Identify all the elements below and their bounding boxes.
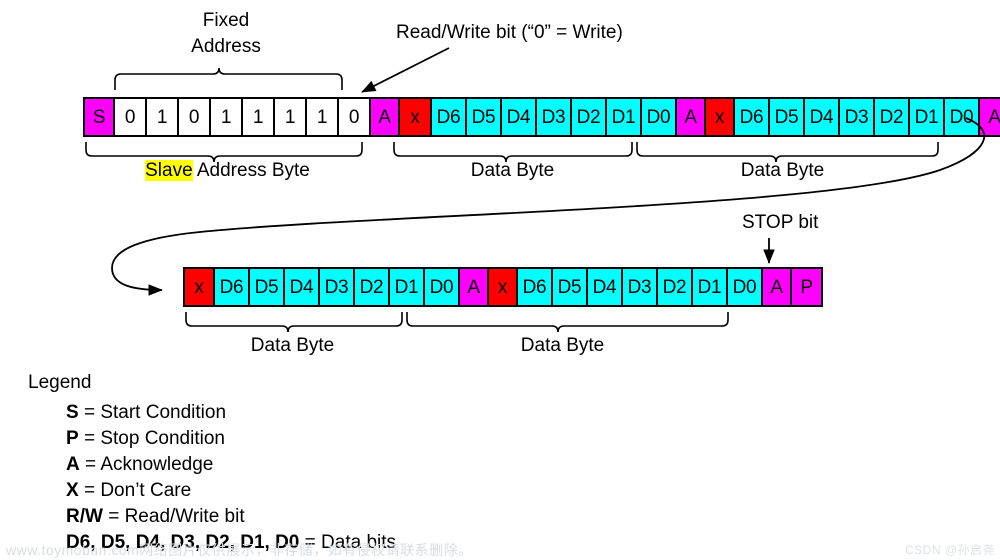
read-write-arrow — [361, 47, 450, 93]
row2-cell-14-d2: D2 — [658, 269, 693, 305]
row1-cell-4-1: 1 — [211, 99, 243, 135]
i2c-frame-row-1: S 0 1 0 1 1 1 1 0 Ax D6 D5 D4 D3 D2 D1 D0 Ax D6 D5 D4 D3 D2 D1 D… — [83, 97, 1000, 137]
row2-cell-16-d0: D0 — [728, 269, 763, 305]
row2-cell-4-d3: D3 — [320, 269, 355, 305]
legend-entry-2-symbol: A — [66, 454, 80, 475]
fixed-address-label-line2: Address — [191, 36, 261, 57]
row2-cell-3-d4: D4 — [285, 269, 320, 305]
row1-cell-19-x: x — [706, 99, 735, 135]
row1-brace-data-byte-1 — [393, 142, 633, 163]
i2c-frame-row-2: x D6 D5 D4 D3 D2 D1 D0 Ax D6 D5 D4 D3 D2 D1 D0 A P — [183, 267, 823, 307]
row1-cell-6-1: 1 — [275, 99, 307, 135]
legend-entry-2: A = Acknowledge — [66, 454, 396, 476]
row1-cell-22-d4: D4 — [805, 99, 840, 135]
row1-cell-27-a: A — [980, 99, 1000, 135]
stop-bit-label: STOP bit — [742, 212, 819, 233]
row2-cell-10-d6: D6 — [518, 269, 553, 305]
legend-entry-0: S = Start Condition — [66, 402, 396, 424]
row1-cell-14-d3: D3 — [537, 99, 572, 135]
row2-cell-7-d0: D0 — [425, 269, 460, 305]
row1-brace-label-slave-address-byte: Slave Address Byte — [115, 160, 340, 182]
row1-cell-9-a: A — [371, 99, 400, 135]
row1-cell-13-d4: D4 — [502, 99, 537, 135]
row2-cell-0-x: x — [185, 269, 215, 305]
slave-address-byte-text: Address Byte — [192, 160, 310, 181]
row2-cell-9-x: x — [489, 269, 518, 305]
row2-cell-2-d5: D5 — [250, 269, 285, 305]
row1-cell-15-d2: D2 — [572, 99, 607, 135]
fixed-address-label-line1: Fixed — [202, 10, 250, 31]
row1-cell-20-d6: D6 — [735, 99, 770, 135]
row1-cell-11-d6: D6 — [432, 99, 467, 135]
watermark-bottom-right: CSDN @孙启尧 — [905, 543, 996, 557]
row1-cell-2-1: 1 — [147, 99, 179, 135]
row1-brace-data-byte-2 — [636, 142, 939, 163]
legend-entry-4-definition: = Read/Write bit — [102, 506, 245, 527]
legend-entry-0-definition: = Start Condition — [78, 402, 227, 423]
row1-brace-slave-address — [85, 142, 363, 163]
row1-cell-1-0: 0 — [115, 99, 147, 135]
row1-cell-7-1: 1 — [307, 99, 339, 135]
slave-highlight: Slave — [145, 160, 193, 181]
row1-cell-12-d5: D5 — [467, 99, 502, 135]
row2-cell-6-d1: D1 — [390, 269, 425, 305]
legend-entry-1-symbol: P — [66, 428, 79, 449]
row1-brace-label-data-byte-2: Data Byte — [740, 160, 825, 181]
row2-cell-15-d1: D1 — [693, 269, 728, 305]
row1-cell-23-d3: D3 — [840, 99, 875, 135]
row2-brace-data-byte-2 — [406, 312, 729, 333]
row2-cell-8-a: A — [460, 269, 489, 305]
legend-title: Legend — [28, 372, 92, 393]
row1-cell-26-d0: D0 — [945, 99, 980, 135]
row2-brace-data-byte-1 — [185, 312, 403, 333]
row1-cell-16-d1: D1 — [607, 99, 642, 135]
legend-entry-3-definition: = Don’t Care — [78, 480, 192, 501]
row1-cell-0-s: S — [85, 99, 115, 135]
row1-cell-21-d5: D5 — [770, 99, 805, 135]
row2-cell-5-d2: D2 — [355, 269, 390, 305]
diagram-canvas: Fixed Address Read/Write bit (“0” = Writ… — [0, 0, 1000, 560]
row2-cell-18-p: P — [792, 269, 821, 305]
row2-cell-12-d4: D4 — [588, 269, 623, 305]
legend-rows: S = Start Condition P = Stop Condition A =… — [66, 402, 396, 554]
legend-entry-4-symbol: R/W — [66, 506, 103, 527]
legend-entry-2-definition: = Acknowledge — [79, 454, 214, 475]
legend-entry-1-definition: = Stop Condition — [78, 428, 225, 449]
row2-brace-label-data-byte-1: Data Byte — [250, 335, 335, 356]
legend-entry-1: P = Stop Condition — [66, 428, 396, 450]
read-write-bit-label: Read/Write bit (“0” = Write) — [396, 22, 623, 43]
row1-cell-3-0: 0 — [179, 99, 211, 135]
row2-cell-11-d5: D5 — [553, 269, 588, 305]
row2-brace-label-data-byte-2: Data Byte — [520, 335, 605, 356]
row1-cell-17-d0: D0 — [642, 99, 677, 135]
wrap-flow-arrow — [111, 117, 985, 296]
legend: Legend S = Start Condition P = Stop Condi… — [28, 372, 396, 558]
watermark-bottom-left: www.toymoban.com网络图片仅供展示，非存储，如有侵权请联系删除。 — [6, 542, 473, 558]
legend-entry-3: X = Don’t Care — [66, 480, 396, 502]
row1-cell-8-0: 0 — [339, 99, 371, 135]
row2-cell-13-d3: D3 — [623, 269, 658, 305]
legend-entry-0-symbol: S — [66, 402, 79, 423]
row1-brace-label-data-byte-1: Data Byte — [470, 160, 555, 181]
legend-entry-4: R/W = Read/Write bit — [66, 506, 396, 528]
row1-cell-18-a: A — [677, 99, 706, 135]
row1-cell-10-x: x — [400, 99, 432, 135]
legend-entry-3-symbol: X — [66, 480, 79, 501]
row1-cell-25-d1: D1 — [910, 99, 945, 135]
row2-cell-17-a: A — [763, 269, 792, 305]
row1-cell-5-1: 1 — [243, 99, 275, 135]
row2-cell-1-d6: D6 — [215, 269, 250, 305]
fixed-address-brace — [114, 67, 343, 90]
row1-cell-24-d2: D2 — [875, 99, 910, 135]
